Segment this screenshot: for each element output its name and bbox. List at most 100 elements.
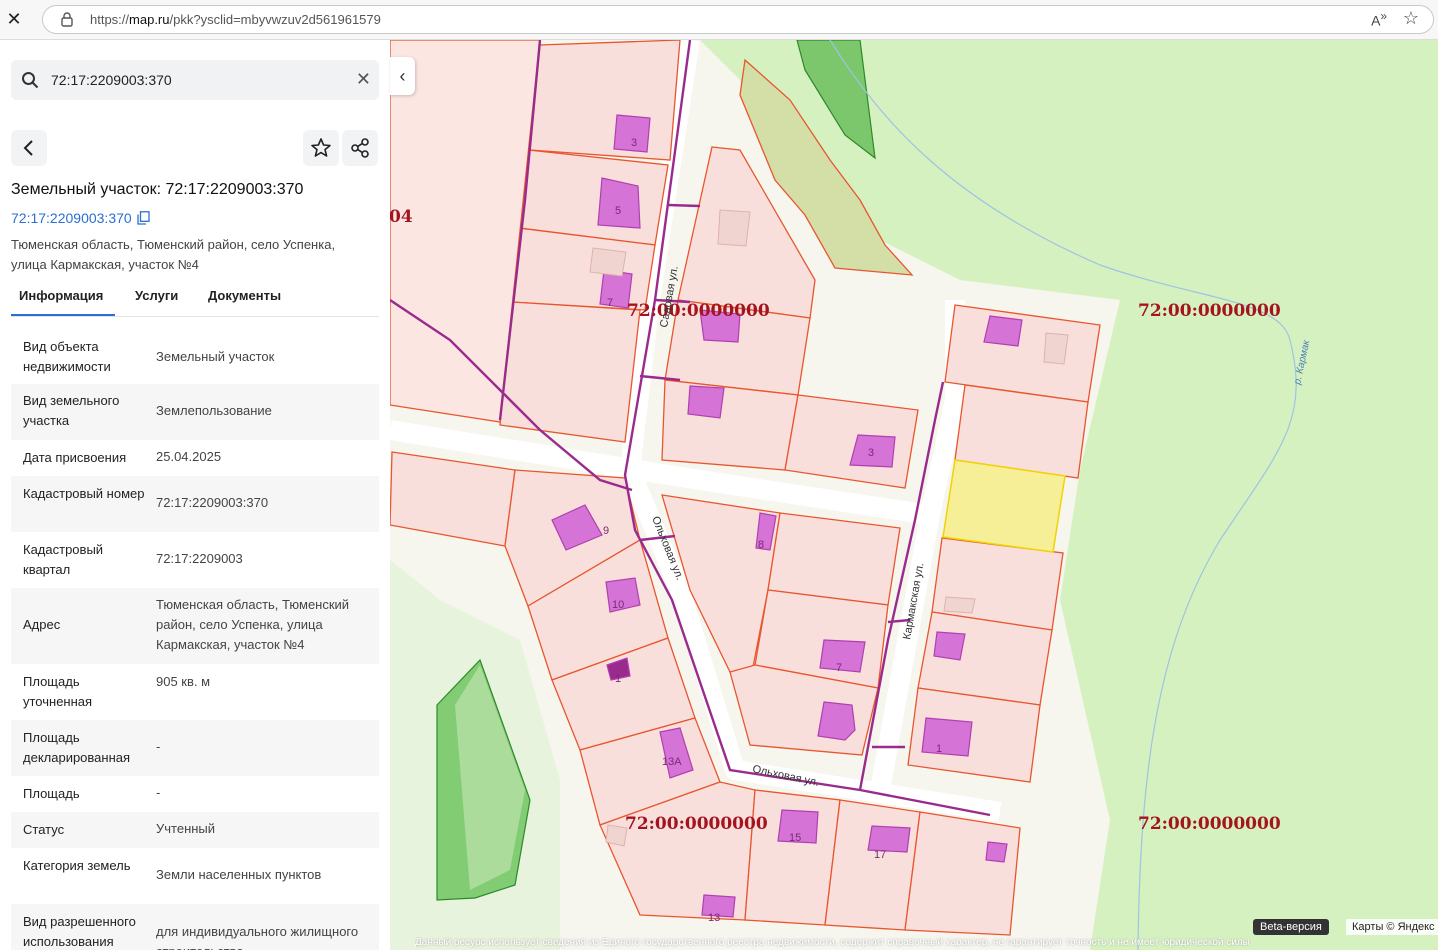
info-panel: 72:17:2209003:370 ✕ Земельный участок: 7… [0, 40, 390, 950]
map-disclaimer: Данный ресурс использует сведения из Еди… [415, 937, 1250, 948]
parcel [390, 451, 516, 547]
parcel [499, 301, 641, 443]
parcel [784, 394, 919, 489]
row-label: Вид разрешенного использования [23, 914, 136, 949]
map-region-label-partial: 04 [390, 207, 413, 227]
back-button[interactable] [11, 130, 47, 166]
table-row: Категория земель Земли населенных пункто… [11, 848, 379, 904]
table-row: Дата присвоения 25.04.2025 [11, 440, 379, 476]
building [817, 701, 856, 741]
chevron-left-icon [23, 140, 33, 156]
row-value: Земельный участок [156, 349, 275, 364]
close-icon[interactable]: ✕ [4, 9, 24, 29]
row-label: Адрес [23, 617, 61, 632]
house-number: 8 [758, 539, 764, 551]
star-icon [311, 138, 331, 157]
lock-icon [61, 12, 73, 27]
house-number: 5 [615, 205, 621, 217]
house-number: 3 [631, 137, 637, 149]
house-number: 15 [789, 832, 801, 844]
row-label: Площадь [23, 786, 80, 801]
property-table: Вид объекта недвижимости Земельный участ… [11, 330, 379, 950]
favorite-star-icon[interactable]: ☆ [1403, 8, 1419, 29]
row-value: - [156, 739, 161, 754]
table-row: Кадастровый номер 72:17:2209003:370 [11, 476, 379, 532]
cadastral-number-link[interactable]: 72:17:2209003:370 [11, 210, 132, 226]
map-region-label: 72:00:0000000 [1138, 301, 1281, 321]
row-value: 72:17:2209003 [156, 551, 243, 566]
house-number: 9 [603, 525, 609, 537]
row-label: Кадастровый номер [23, 486, 145, 501]
row-value: 905 кв. м [156, 674, 211, 689]
parcel [529, 40, 681, 161]
read-aloud-icon[interactable]: A» [1371, 10, 1387, 29]
favorite-button[interactable] [303, 130, 339, 166]
table-row: Вид разрешенного использования для индив… [11, 904, 379, 950]
house-number: 10 [612, 599, 624, 611]
search-input[interactable]: 72:17:2209003:370 ✕ [11, 60, 379, 100]
row-label: Вид объекта недвижимости [23, 339, 111, 374]
building [985, 841, 1008, 863]
row-value: Землепользование [156, 403, 272, 418]
building [819, 639, 866, 673]
row-label: Вид земельного участка [23, 393, 120, 428]
url-text[interactable]: https://map.ru/pkk?ysclid=mbyvwzuv2d5619… [90, 12, 381, 27]
table-row: Вид земельного участка Землепользование [11, 384, 379, 440]
table-row: Площадь декларированная - [11, 720, 379, 776]
clear-icon[interactable]: ✕ [356, 69, 371, 90]
row-value: - [156, 785, 161, 800]
row-label: Площадь уточненная [23, 674, 93, 709]
house-number: 3 [868, 447, 874, 459]
tab-information[interactable]: Информация [19, 288, 103, 303]
tab-services[interactable]: Услуги [135, 288, 178, 303]
building [933, 631, 966, 661]
row-label: Кадастровый квартал [23, 542, 104, 577]
parcel [904, 811, 1021, 936]
tab-bar: Информация Услуги Документы [11, 286, 379, 317]
row-value: Учтенный [156, 821, 216, 836]
row-value: 25.04.2025 [156, 449, 222, 464]
house-number: 17 [874, 849, 886, 861]
row-value: Земли населенных пунктов [156, 867, 322, 882]
house-number: 1 [936, 743, 942, 755]
table-row: Адрес Тюменская область, Тюменский район… [11, 588, 379, 664]
beta-badge[interactable]: Beta-версия [1253, 919, 1329, 935]
table-row: Вид объекта недвижимости Земельный участ… [11, 330, 379, 384]
page-title: Земельный участок: 72:17:2209003:370 [11, 181, 304, 198]
row-label: Статус [23, 822, 65, 837]
map-region-label: 72:00:0000000 [1138, 814, 1281, 834]
copy-icon[interactable] [137, 211, 150, 225]
house-number: 1 [615, 673, 621, 685]
map-copyright[interactable]: Карты © Яндекс [1346, 919, 1438, 935]
cadastral-map[interactable]: 72:00:0000000 72:00:0000000 72:00:000000… [390, 40, 1438, 950]
tab-documents[interactable]: Документы [208, 288, 281, 303]
active-tab-indicator [11, 314, 115, 316]
table-row: Площадь уточненная 905 кв. м [11, 664, 379, 720]
map-region-label: 72:00:0000000 [625, 814, 768, 834]
parcel [661, 379, 799, 471]
share-icon [351, 138, 369, 158]
browser-toolbar: ✕ https://map.ru/pkk?ysclid=mbyvwzuv2d56… [0, 0, 1438, 40]
selected-parcel [942, 459, 1066, 553]
house-number: 7 [607, 297, 613, 309]
search-value[interactable]: 72:17:2209003:370 [51, 72, 172, 88]
map-canvas[interactable]: 72:00:0000000 72:00:0000000 72:00:000000… [390, 40, 1438, 950]
row-label: Дата присвоения [23, 450, 127, 465]
share-button[interactable] [342, 130, 378, 166]
building [597, 177, 641, 229]
row-value: для индивидуального жилищного строительс… [156, 924, 359, 950]
map-region-label: 72:00:0000000 [627, 301, 770, 321]
address-bar[interactable]: https://map.ru/pkk?ysclid=mbyvwzuv2d5619… [42, 5, 1434, 34]
row-value: Тюменская область, Тюменский район, село… [156, 597, 350, 652]
parcel [767, 512, 901, 606]
address-text: Тюменская область, Тюменский район, село… [11, 237, 336, 272]
search-icon [22, 72, 39, 89]
row-value: 72:17:2209003:370 [156, 495, 269, 510]
table-row: Статус Учтенный [11, 812, 379, 848]
row-label: Категория земель [23, 858, 131, 873]
house-number: 7 [836, 662, 842, 674]
table-row: Площадь - [11, 776, 379, 812]
collapse-panel-button[interactable]: ‹ [390, 57, 415, 95]
row-label: Площадь декларированная [23, 730, 131, 765]
building [921, 717, 973, 757]
